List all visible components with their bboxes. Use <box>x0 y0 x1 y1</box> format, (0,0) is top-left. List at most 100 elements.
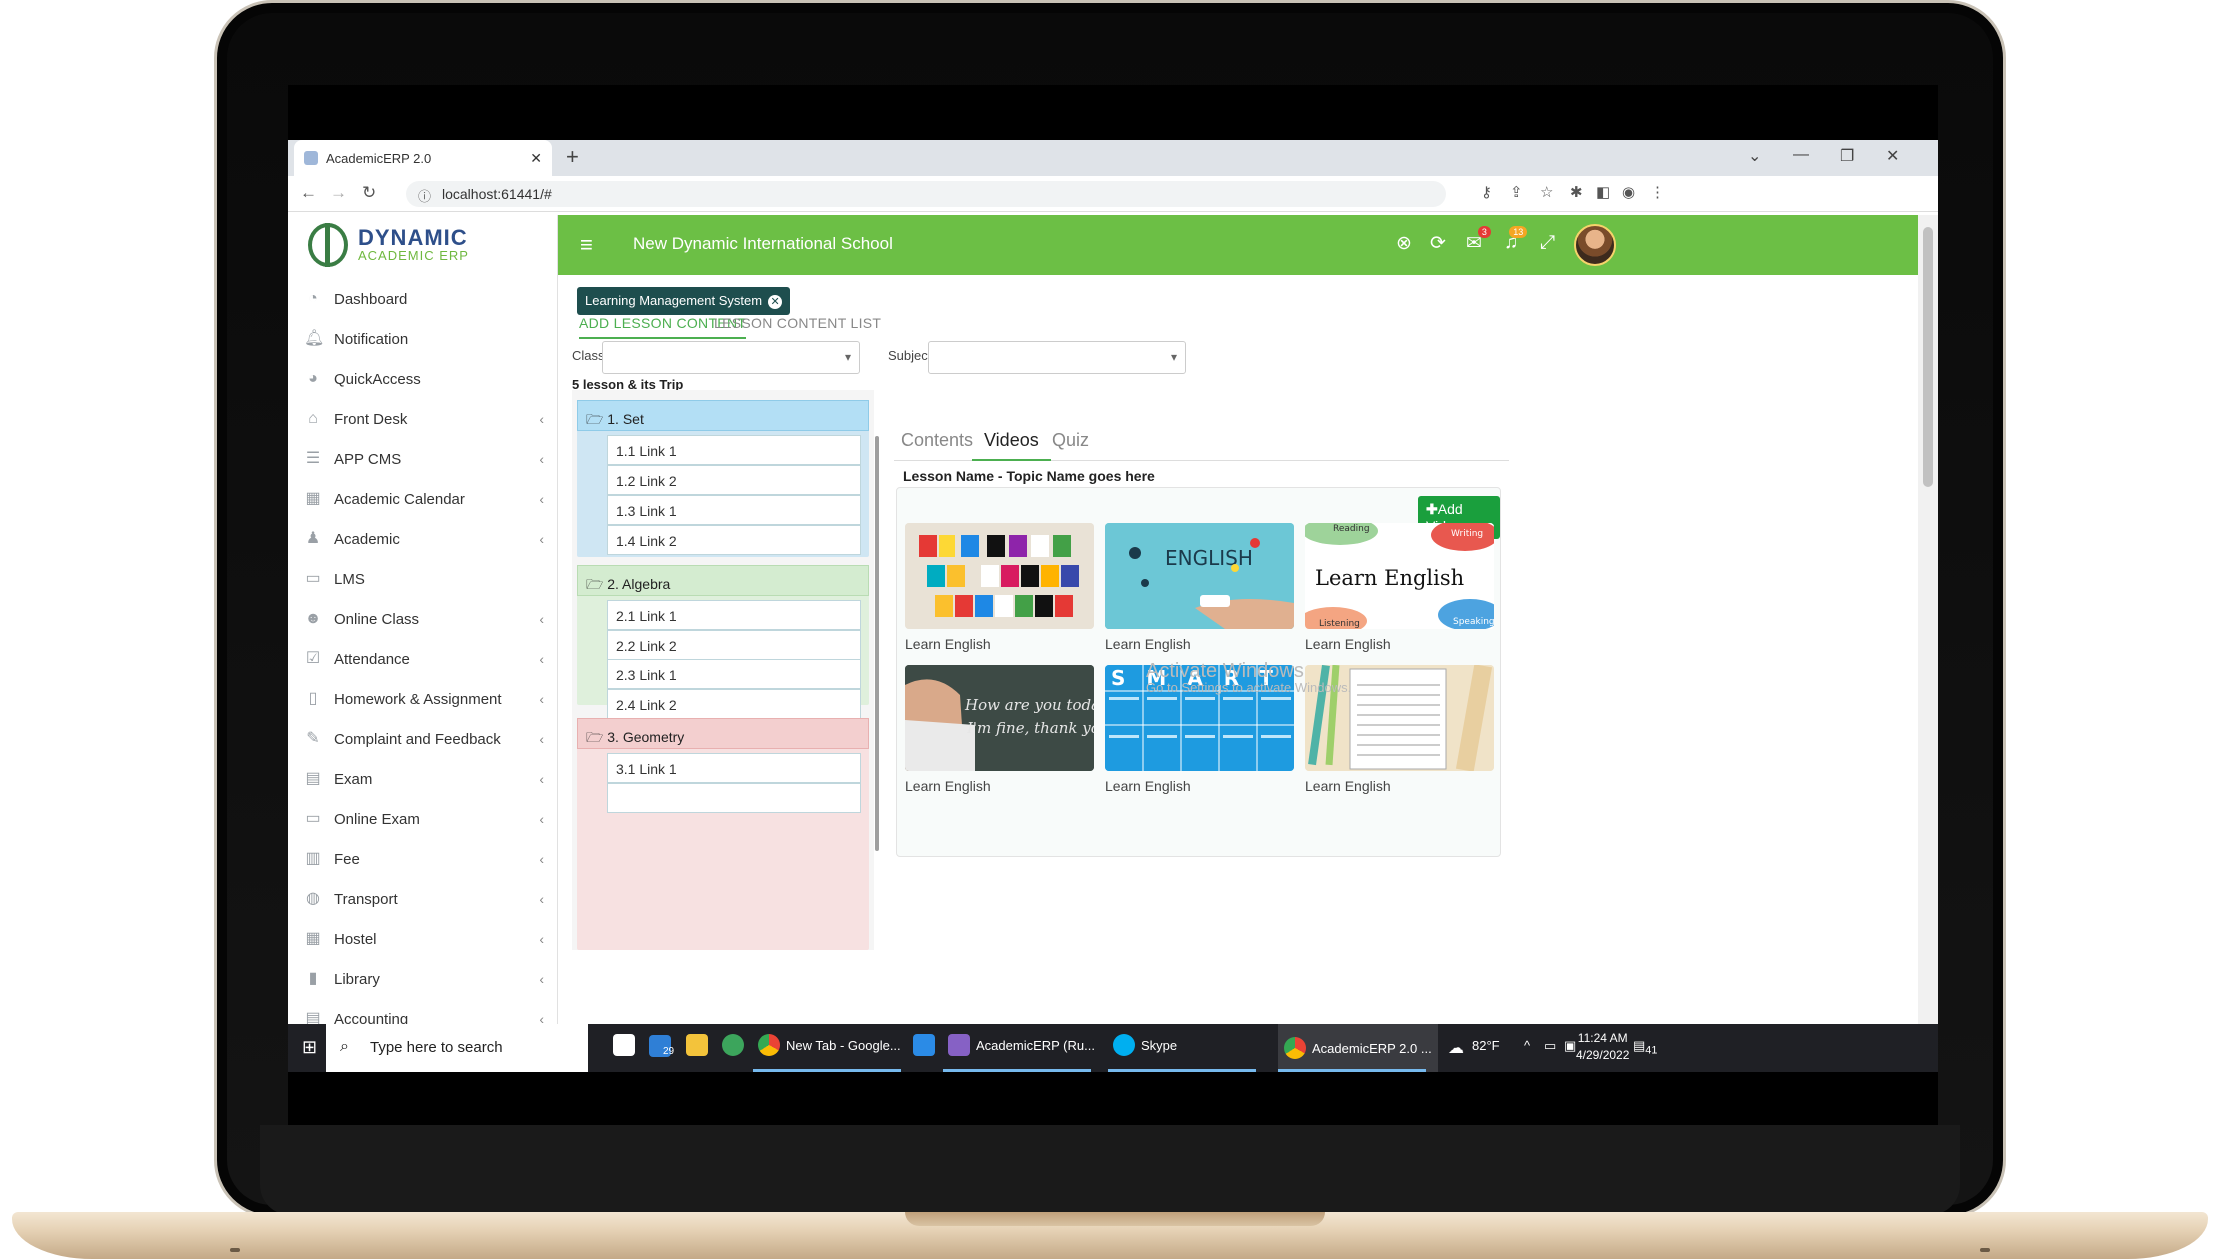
side-panel-icon[interactable]: ◧ <box>1596 183 1610 201</box>
alerts-badge: 13 <box>1509 226 1528 238</box>
browser-tab[interactable]: AcademicERP 2.0 ✕ <box>294 140 552 176</box>
video-thumbnail[interactable]: How are you today? I'm fine, thank you! <box>905 665 1094 771</box>
share-icon[interactable]: ⇪ <box>1510 183 1523 201</box>
video-thumbnail[interactable] <box>905 523 1094 629</box>
close-tag-icon[interactable]: ✕ <box>768 295 783 309</box>
lesson-link[interactable]: 2.4 Link 2 <box>607 689 861 719</box>
lesson-group-header[interactable]: 🗁 1. Set <box>577 400 869 431</box>
bell-icon[interactable]: ♫ 13 <box>1504 226 1528 254</box>
taskbar-chrome-newtab[interactable]: New Tab - Google... <box>758 1034 901 1056</box>
sidebar-item-homework-assignment[interactable]: ▯ Homework & Assignment ‹ <box>288 679 558 719</box>
sidebar-item-label: Academic <box>334 530 400 548</box>
lesson-link[interactable]: 2.3 Link 1 <box>607 659 861 689</box>
hamburger-menu-icon[interactable]: ≡ <box>580 232 593 258</box>
taskbar-vscode-icon[interactable] <box>913 1034 941 1056</box>
battery-icon[interactable]: ▭ <box>1544 1038 1556 1054</box>
lesson-link[interactable]: 1.3 Link 1 <box>607 495 861 525</box>
taskbar-search[interactable]: ⌕ Type here to search <box>326 1024 588 1072</box>
taskbar-visualstudio[interactable]: AcademicERP (Ru... <box>948 1034 1095 1056</box>
taskbar-skype[interactable]: Skype <box>1113 1034 1177 1056</box>
lesson-link[interactable] <box>607 783 861 813</box>
taskbar-app-icon[interactable] <box>722 1034 750 1056</box>
network-icon[interactable]: ▣ <box>1564 1038 1576 1054</box>
profile-icon[interactable]: ◉ <box>1622 183 1635 201</box>
lesson-link[interactable]: 2.2 Link 2 <box>607 630 861 660</box>
lesson-link[interactable]: 1.4 Link 2 <box>607 525 861 555</box>
tab-videos[interactable]: Videos <box>972 430 1051 461</box>
logo[interactable]: DYNAMIC ACADEMIC ERP <box>308 223 469 267</box>
lesson-link[interactable]: 1.2 Link 2 <box>607 465 861 495</box>
sidebar-item-hostel[interactable]: ▦ Hostel ‹ <box>288 919 558 959</box>
laptop-hinge-notch <box>905 1212 1325 1226</box>
sidebar-item-academic[interactable]: ♟ Academic ‹ <box>288 519 558 559</box>
lesson-link[interactable]: 1.1 Link 1 <box>607 435 861 465</box>
sidebar-item-notification[interactable]: 🔔︎ Notification <box>288 319 558 359</box>
chevron-left-icon: ‹ <box>539 931 544 947</box>
taskbar-explorer-icon[interactable] <box>686 1034 714 1056</box>
notifications-icon[interactable]: ▤41 <box>1633 1038 1657 1057</box>
close-window-button[interactable]: ✕ <box>1886 146 1899 166</box>
forward-icon[interactable]: → <box>330 183 347 203</box>
lms-breadcrumb-tag[interactable]: Learning Management System ✕ <box>577 287 791 315</box>
taskbar-mail-icon[interactable]: 29 <box>649 1034 674 1057</box>
star-icon[interactable]: ☆ <box>1540 183 1553 201</box>
windows-start-icon[interactable]: ⊞ <box>302 1037 317 1058</box>
more-menu-icon[interactable]: ⋮ <box>1650 183 1665 201</box>
sidebar-item-app-cms[interactable]: ☰ APP CMS ‹ <box>288 439 558 479</box>
sidebar-item-online-class[interactable]: ☻ Online Class ‹ <box>288 599 558 639</box>
sidebar-item-transport[interactable]: ◍ Transport ‹ <box>288 879 558 919</box>
sidebar-item-online-exam[interactable]: ▭ Online Exam ‹ <box>288 799 558 839</box>
minimize-button[interactable]: — <box>1793 146 1809 164</box>
logo-line1: DYNAMIC <box>358 224 468 250</box>
maximize-button[interactable]: ❐ <box>1840 146 1854 166</box>
taskbar-clock[interactable]: 11:24 AM 4/29/2022 <box>1576 1030 1629 1064</box>
reload-icon[interactable]: ↻ <box>362 183 376 203</box>
close-circle-icon[interactable]: ⊗ <box>1396 232 1412 255</box>
page-scrollbar[interactable] <box>1918 215 1938 1025</box>
tab-contents[interactable]: Contents <box>901 430 973 451</box>
weather-icon[interactable]: ☁ <box>1448 1038 1464 1058</box>
top-bar: ≡ New Dynamic International School ⊗ ⟳ ✉… <box>558 215 1938 275</box>
lesson-group-header[interactable]: 🗁 3. Geometry <box>577 718 869 749</box>
weather-temp[interactable]: 82°F <box>1472 1038 1500 1053</box>
sidebar-item-academic-calendar[interactable]: ▦ Academic Calendar ‹ <box>288 479 558 519</box>
sidebar-item-front-desk[interactable]: ⌂ Front Desk ‹ <box>288 399 558 439</box>
user-avatar[interactable] <box>1574 224 1616 266</box>
sidebar-item-label: Academic Calendar <box>334 490 465 508</box>
site-info-icon[interactable]: ⓘ <box>418 186 431 205</box>
sidebar-item-library[interactable]: ▮ Library ‹ <box>288 959 558 999</box>
chat-icon[interactable]: ✉ 3 <box>1466 226 1491 255</box>
taskbar-store-icon[interactable] <box>613 1034 641 1056</box>
subject-select[interactable] <box>928 341 1186 374</box>
speedometer-icon: ◕ <box>308 370 318 387</box>
sidebar-item-complaint-and-feedback[interactable]: ✎ Complaint and Feedback ‹ <box>288 719 558 759</box>
tab-lesson-content-list[interactable]: LESSON CONTENT LIST <box>714 315 881 331</box>
class-select[interactable] <box>602 341 860 374</box>
video-thumbnail[interactable]: ENGLISH <box>1105 523 1294 629</box>
sidebar-item-lms[interactable]: ▭ LMS <box>288 559 558 599</box>
sidebar-item-exam[interactable]: ▤ Exam ‹ <box>288 759 558 799</box>
url-field[interactable]: ⓘ localhost:61441/# <box>406 181 1446 207</box>
video-thumbnail[interactable]: Reading Writing Listening Speaking Learn… <box>1305 523 1494 629</box>
close-tab-icon[interactable]: ✕ <box>530 150 542 167</box>
sidebar-item-quickaccess[interactable]: ◕ QuickAccess <box>288 359 558 399</box>
lesson-group-header[interactable]: 🗁 2. Algebra <box>577 565 869 596</box>
tab-quiz[interactable]: Quiz <box>1052 430 1089 451</box>
extensions-icon[interactable]: ✱ <box>1570 183 1583 201</box>
taskbar-chrome-academicerp[interactable]: AcademicERP 2.0 ... <box>1278 1024 1438 1072</box>
new-tab-button[interactable]: + <box>566 144 579 170</box>
sidebar-item-fee[interactable]: ▥ Fee ‹ <box>288 839 558 879</box>
back-icon[interactable]: ← <box>300 183 317 203</box>
lesson-link[interactable]: 3.1 Link 1 <box>607 753 861 783</box>
refresh-icon[interactable]: ⟳ <box>1430 232 1446 255</box>
laptop-foot <box>230 1248 240 1252</box>
tab-search-icon[interactable]: ⌄ <box>1748 146 1761 166</box>
page-scrollbar-thumb[interactable] <box>1923 227 1933 487</box>
tree-scrollbar[interactable] <box>875 436 879 851</box>
fullscreen-icon[interactable]: ⤢ <box>1540 232 1555 254</box>
sidebar-item-attendance[interactable]: ☑ Attendance ‹ <box>288 639 558 679</box>
lesson-link[interactable]: 2.1 Link 1 <box>607 600 861 630</box>
sidebar-item-dashboard[interactable]: ◔ Dashboard <box>288 279 558 319</box>
tray-chevron-icon[interactable]: ^ <box>1524 1038 1530 1053</box>
key-icon[interactable]: ⚷ <box>1481 183 1492 201</box>
